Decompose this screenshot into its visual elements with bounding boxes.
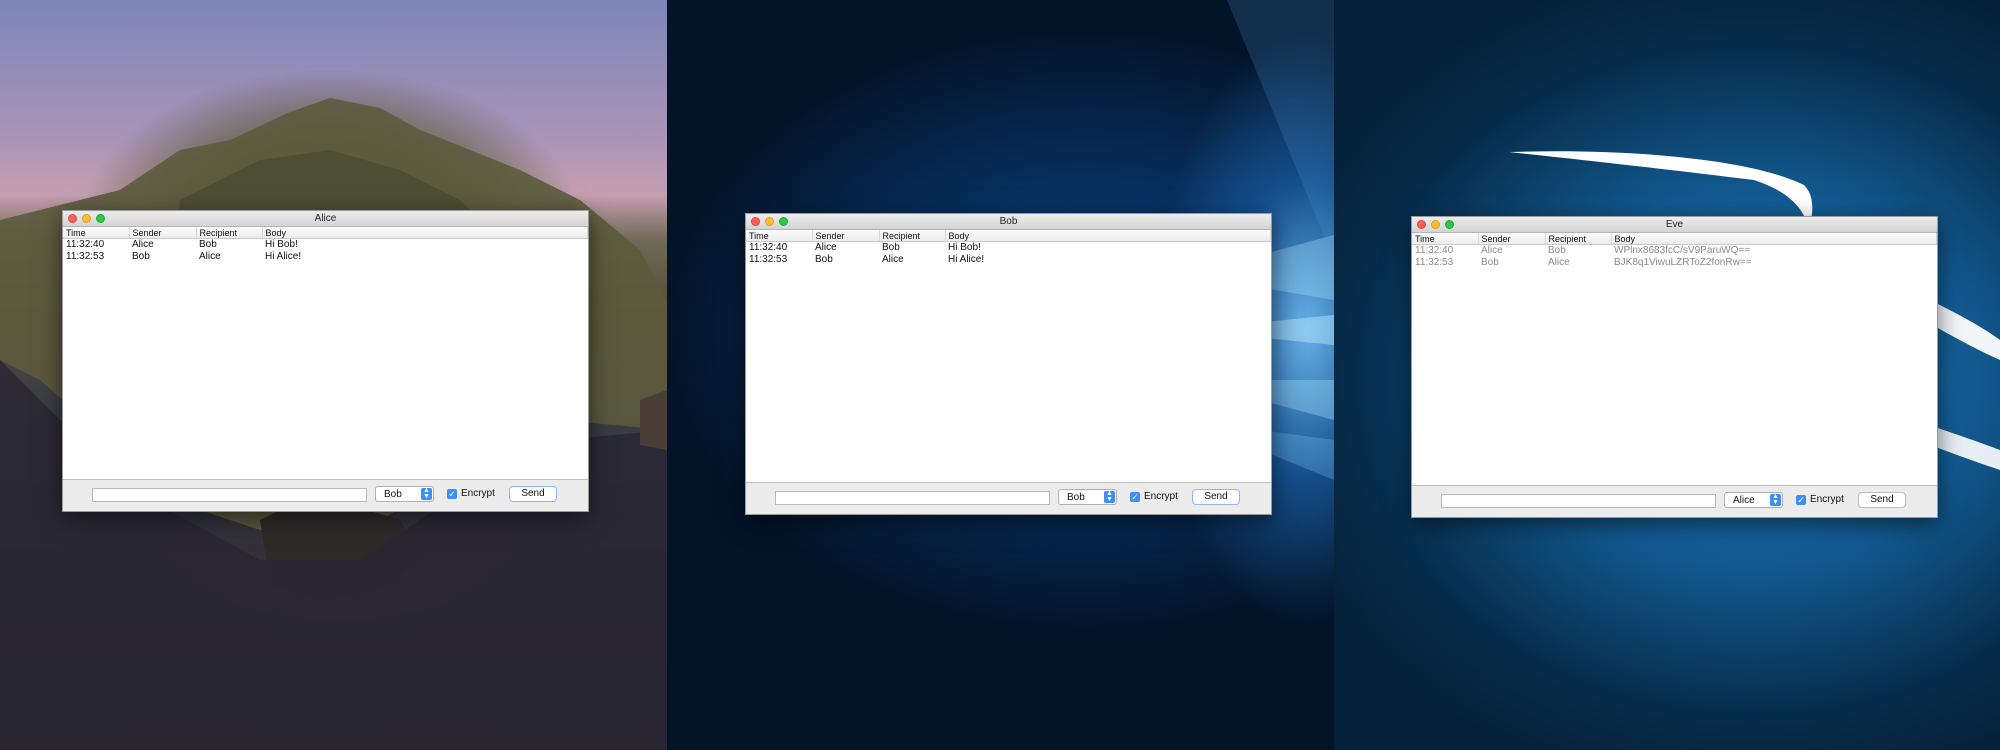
- cell-recipient: Bob: [882, 242, 900, 253]
- message-table: Time Sender Recipient Body 11:32:40 Alic…: [746, 230, 1271, 266]
- cell-body: Hi Bob!: [265, 239, 298, 250]
- cell-recipient: Alice: [882, 254, 904, 265]
- cell-sender: Alice: [132, 239, 154, 250]
- cell-time: 11:32:40: [66, 239, 105, 250]
- minimize-icon[interactable]: [765, 217, 774, 226]
- column-header-recipient[interactable]: Recipient: [196, 227, 263, 239]
- chevron-updown-icon: ▲ ▼: [421, 487, 432, 500]
- cell-recipient: Bob: [1548, 245, 1566, 256]
- cell-sender: Bob: [1481, 257, 1499, 268]
- chevron-updown-icon: ▲ ▼: [1770, 493, 1781, 506]
- message-table: Time Sender Recipient Body 11:32:40 Alic…: [63, 227, 588, 263]
- cell-recipient: Alice: [199, 251, 221, 262]
- table-row[interactable]: 11:32:40 Alice Bob WPlnx8683fcC/sV9ParuW…: [1412, 245, 1937, 258]
- window-titlebar[interactable]: Eve: [1412, 217, 1937, 233]
- message-input[interactable]: [92, 488, 367, 502]
- encrypt-checkbox[interactable]: ✓: [447, 489, 457, 499]
- alice-window: Alice Time Sender Recipient Body 11:32:4…: [62, 210, 589, 512]
- recipient-select-value: Bob: [1067, 492, 1085, 503]
- column-header-recipient[interactable]: Recipient: [879, 230, 946, 242]
- zoom-icon[interactable]: [96, 214, 105, 223]
- recipient-select-value: Bob: [384, 489, 402, 500]
- send-button[interactable]: Send: [509, 486, 557, 502]
- encrypt-label: Encrypt: [1144, 491, 1178, 502]
- zoom-icon[interactable]: [1445, 220, 1454, 229]
- chevron-updown-icon: ▲ ▼: [1104, 490, 1115, 503]
- minimize-icon[interactable]: [82, 214, 91, 223]
- bob-window: Bob Time Sender Recipient Body 11:32:40 …: [745, 213, 1272, 515]
- table-row[interactable]: 11:32:53 Bob Alice Hi Alice!: [746, 254, 1271, 266]
- column-header-time[interactable]: Time: [63, 227, 130, 239]
- cell-recipient: Bob: [199, 239, 217, 250]
- column-header-time[interactable]: Time: [746, 230, 813, 242]
- message-table: Time Sender Recipient Body 11:32:40 Alic…: [1412, 233, 1937, 269]
- cell-sender: Alice: [815, 242, 837, 253]
- column-header-time[interactable]: Time: [1412, 233, 1479, 245]
- send-button[interactable]: Send: [1858, 492, 1906, 508]
- column-header-sender[interactable]: Sender: [812, 230, 880, 242]
- window-title: Alice: [314, 213, 337, 224]
- cell-body: Hi Bob!: [948, 242, 981, 253]
- eve-window: Eve Time Sender Recipient Body 11:32:40 …: [1411, 216, 1938, 518]
- cell-recipient: Alice: [1548, 257, 1570, 268]
- encrypt-checkbox[interactable]: ✓: [1130, 492, 1140, 502]
- cell-sender: Bob: [132, 251, 150, 262]
- column-header-body[interactable]: Body: [262, 227, 588, 239]
- table-row[interactable]: 11:32:40 Alice Bob Hi Bob!: [63, 239, 588, 252]
- cell-sender: Alice: [1481, 245, 1503, 256]
- window-titlebar[interactable]: Bob: [746, 214, 1271, 230]
- minimize-icon[interactable]: [1431, 220, 1440, 229]
- recipient-select[interactable]: Alice ▲ ▼: [1724, 492, 1783, 508]
- column-header-body[interactable]: Body: [1611, 233, 1937, 245]
- cell-sender: Bob: [815, 254, 833, 265]
- close-icon[interactable]: [1417, 220, 1426, 229]
- cell-body: Hi Alice!: [265, 251, 302, 262]
- cell-time: 11:32:53: [1415, 257, 1454, 268]
- window-title: Eve: [1665, 219, 1684, 230]
- compose-bar: Alice ▲ ▼ ✓ Encrypt Send: [1412, 485, 1937, 517]
- compose-bar: Bob ▲ ▼ ✓ Encrypt Send: [746, 482, 1271, 514]
- column-header-sender[interactable]: Sender: [129, 227, 197, 239]
- cell-body: BJK8q1ViwuLZRToZ2fonRw==: [1614, 257, 1752, 268]
- recipient-select[interactable]: Bob ▲ ▼: [1058, 489, 1117, 505]
- table-row[interactable]: 11:32:53 Bob Alice Hi Alice!: [63, 251, 588, 263]
- close-icon[interactable]: [751, 217, 760, 226]
- send-button[interactable]: Send: [1192, 489, 1240, 505]
- window-title: Bob: [999, 216, 1018, 227]
- column-header-recipient[interactable]: Recipient: [1545, 233, 1612, 245]
- close-icon[interactable]: [68, 214, 77, 223]
- recipient-select[interactable]: Bob ▲ ▼: [375, 486, 434, 502]
- cell-body: WPlnx8683fcC/sV9ParuWQ==: [1614, 245, 1751, 256]
- cell-time: 11:32:53: [66, 251, 105, 262]
- column-header-body[interactable]: Body: [945, 230, 1271, 242]
- encrypt-label: Encrypt: [1810, 494, 1844, 505]
- recipient-select-value: Alice: [1733, 495, 1755, 506]
- compose-bar: Bob ▲ ▼ ✓ Encrypt Send: [63, 479, 588, 511]
- column-header-sender[interactable]: Sender: [1478, 233, 1546, 245]
- zoom-icon[interactable]: [779, 217, 788, 226]
- table-row[interactable]: 11:32:53 Bob Alice BJK8q1ViwuLZRToZ2fonR…: [1412, 257, 1937, 269]
- window-titlebar[interactable]: Alice: [63, 211, 588, 227]
- message-input[interactable]: [775, 491, 1050, 505]
- encrypt-label: Encrypt: [461, 488, 495, 499]
- encrypt-checkbox[interactable]: ✓: [1796, 495, 1806, 505]
- message-input[interactable]: [1441, 494, 1716, 508]
- cell-time: 11:32:40: [1415, 245, 1454, 256]
- cell-time: 11:32:40: [749, 242, 788, 253]
- table-row[interactable]: 11:32:40 Alice Bob Hi Bob!: [746, 242, 1271, 255]
- cell-body: Hi Alice!: [948, 254, 985, 265]
- cell-time: 11:32:53: [749, 254, 788, 265]
